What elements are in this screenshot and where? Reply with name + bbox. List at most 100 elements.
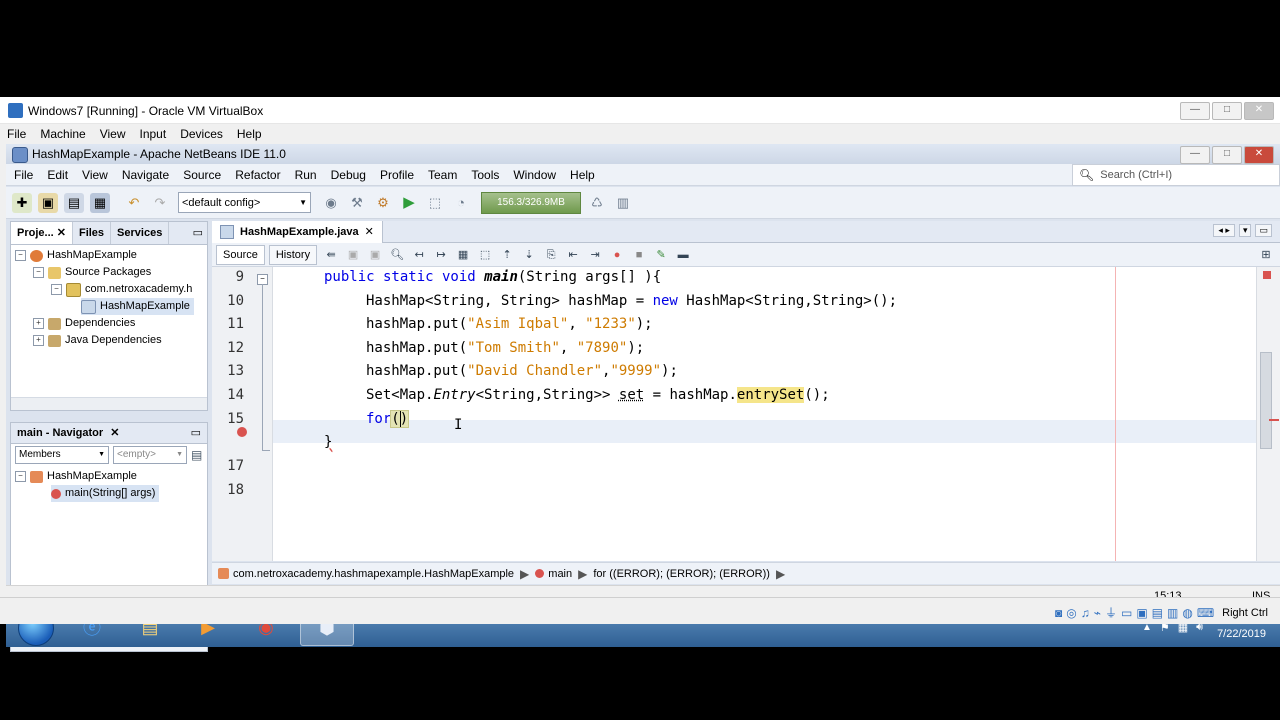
- error-marker-icon[interactable]: [237, 427, 247, 437]
- tree-item-java-file[interactable]: HashMapExample: [81, 298, 194, 315]
- memory-indicator[interactable]: 156.3/326.9MB: [481, 191, 581, 214]
- tab-projects[interactable]: Proje... ✕: [11, 222, 73, 244]
- vbox-menu-devices[interactable]: Devices: [173, 124, 230, 144]
- collapse-icon[interactable]: −: [51, 284, 62, 295]
- prev-bookmark-icon[interactable]: ⇡: [499, 247, 515, 263]
- vbox-menu-file[interactable]: File: [0, 124, 33, 144]
- maximize-button[interactable]: □: [1212, 102, 1242, 120]
- config-select[interactable]: <default config> ▼: [178, 192, 311, 213]
- close-icon[interactable]: ✕: [110, 427, 119, 439]
- forward-icon[interactable]: ▣: [367, 247, 383, 263]
- keyboard-icon[interactable]: ⌨: [1197, 606, 1214, 620]
- vertical-scrollbar[interactable]: [1256, 267, 1280, 561]
- nb-menu-refactor[interactable]: Refactor: [227, 164, 286, 186]
- nb-minimize-button[interactable]: —: [1180, 146, 1210, 164]
- collapse-icon[interactable]: −: [15, 250, 26, 261]
- virtualization-icon[interactable]: ▥: [1167, 606, 1178, 620]
- new-project-icon[interactable]: ▣: [38, 192, 58, 213]
- nb-menu-view[interactable]: View: [74, 164, 114, 186]
- tab-services[interactable]: Services: [111, 222, 170, 244]
- minimize-panel-icon[interactable]: ▭: [191, 423, 201, 443]
- usb-icon[interactable]: ⏚: [1105, 604, 1117, 621]
- clean-build-icon[interactable]: ⚙: [373, 193, 393, 213]
- debug-icon[interactable]: ⬚: [425, 193, 445, 213]
- close-icon[interactable]: ✕: [365, 221, 374, 243]
- breadcrumb-method[interactable]: main: [535, 568, 572, 580]
- close-icon[interactable]: ✕: [57, 227, 66, 239]
- nb-menu-edit[interactable]: Edit: [39, 164, 74, 186]
- display-icon[interactable]: ▣: [1136, 606, 1147, 620]
- nb-menu-source[interactable]: Source: [175, 164, 227, 186]
- last-edit-icon[interactable]: ⇚: [323, 247, 339, 263]
- next-bookmark-icon[interactable]: ⇣: [521, 247, 537, 263]
- save-all-icon[interactable]: ▦: [90, 192, 110, 213]
- nb-menu-run[interactable]: Run: [287, 164, 323, 186]
- navigator-item-method[interactable]: main(String[] args): [51, 485, 160, 502]
- nb-menu-tools[interactable]: Tools: [463, 164, 505, 186]
- audio-icon[interactable]: ♫: [1081, 606, 1090, 620]
- tree-item-source-packages[interactable]: − Source Packages: [33, 264, 151, 281]
- expand-icon[interactable]: +: [33, 335, 44, 346]
- profile-icon[interactable]: ◔: [451, 193, 471, 213]
- optical-drive-icon[interactable]: ◎: [1066, 606, 1076, 620]
- vbox-menu-help[interactable]: Help: [230, 124, 269, 144]
- breadcrumb-class[interactable]: com.netroxacademy.hashmapexample.HashMap…: [218, 568, 514, 580]
- record-macro-icon[interactable]: ●: [609, 247, 625, 263]
- target-icon[interactable]: ◉: [321, 193, 341, 213]
- new-file-icon[interactable]: ✚: [12, 192, 32, 213]
- build-hammer-icon[interactable]: ⚒: [347, 193, 367, 213]
- shift-left-icon[interactable]: ⇤: [565, 247, 581, 263]
- nb-menu-help[interactable]: Help: [562, 164, 601, 186]
- search-input[interactable]: 🔍︎ Search (Ctrl+I): [1072, 164, 1280, 186]
- expand-icon[interactable]: +: [33, 318, 44, 329]
- split-editor-icon[interactable]: ⊞: [1258, 247, 1274, 263]
- nb-menu-file[interactable]: File: [6, 164, 39, 186]
- tab-history[interactable]: History: [268, 244, 318, 265]
- find-icon[interactable]: 🔍︎: [389, 247, 405, 263]
- nb-maximize-button[interactable]: □: [1212, 146, 1242, 164]
- breadcrumb-for[interactable]: for ((ERROR); (ERROR); (ERROR)): [593, 568, 770, 580]
- horizontal-scrollbar[interactable]: [11, 397, 207, 410]
- undo-icon[interactable]: ↶: [124, 193, 144, 213]
- collapse-icon[interactable]: −: [33, 267, 44, 278]
- shared-folders-icon[interactable]: ▭: [1121, 606, 1132, 620]
- filter-select[interactable]: <empty> ▼: [113, 446, 187, 464]
- redo-icon[interactable]: ↷: [150, 193, 170, 213]
- rect-selection-icon[interactable]: ⬚: [477, 247, 493, 263]
- members-select[interactable]: Members ▼: [15, 446, 109, 464]
- navigator-item-class[interactable]: − HashMapExample: [15, 468, 137, 485]
- gc-icon[interactable]: ♺: [587, 193, 607, 213]
- scroll-tabs-icon[interactable]: ◂ ▸: [1213, 224, 1235, 237]
- tree-item-project[interactable]: − HashMapExample: [15, 247, 137, 264]
- recording-icon[interactable]: ▤: [1152, 606, 1163, 620]
- navigator-options-icon[interactable]: ▤: [191, 448, 202, 462]
- comment-icon[interactable]: ✎: [653, 247, 669, 263]
- vbox-menu-view[interactable]: View: [93, 124, 133, 144]
- minimize-button[interactable]: —: [1180, 102, 1210, 120]
- back-icon[interactable]: ▣: [345, 247, 361, 263]
- find-previous-icon[interactable]: ↤: [411, 247, 427, 263]
- tab-hashmapexample-java[interactable]: HashMapExample.java ✕: [212, 221, 383, 243]
- nb-menu-window[interactable]: Window: [505, 164, 562, 186]
- tab-source[interactable]: Source: [216, 244, 265, 265]
- toggle-highlight-icon[interactable]: ▦: [455, 247, 471, 263]
- hard-disk-icon[interactable]: ◙: [1055, 606, 1062, 620]
- chevron-down-icon[interactable]: ▾: [1238, 224, 1252, 237]
- toggle-bookmark-icon[interactable]: ⎘: [543, 247, 559, 263]
- tree-item-java-dependencies[interactable]: + Java Dependencies: [33, 332, 162, 349]
- profile-ide-icon[interactable]: ▥: [613, 193, 633, 213]
- scroll-thumb[interactable]: [1260, 352, 1272, 449]
- mouse-integration-icon[interactable]: ◍: [1182, 606, 1192, 620]
- close-button[interactable]: ✕: [1244, 102, 1274, 120]
- nb-menu-team[interactable]: Team: [420, 164, 463, 186]
- open-project-icon[interactable]: ▤: [64, 192, 84, 213]
- code-editor[interactable]: 9 10 11 12 13 14 15 17 18 − public class…: [212, 267, 1266, 561]
- nb-menu-debug[interactable]: Debug: [323, 164, 372, 186]
- find-next-icon[interactable]: ↦: [433, 247, 449, 263]
- maximize-editor-icon[interactable]: ▭: [1255, 224, 1272, 237]
- nb-close-button[interactable]: ✕: [1244, 146, 1274, 164]
- vbox-menu-input[interactable]: Input: [133, 124, 174, 144]
- collapse-icon[interactable]: −: [15, 471, 26, 482]
- tree-item-package[interactable]: − com.netroxacademy.h: [51, 281, 192, 298]
- network-adapter-icon[interactable]: ⌁: [1094, 606, 1101, 620]
